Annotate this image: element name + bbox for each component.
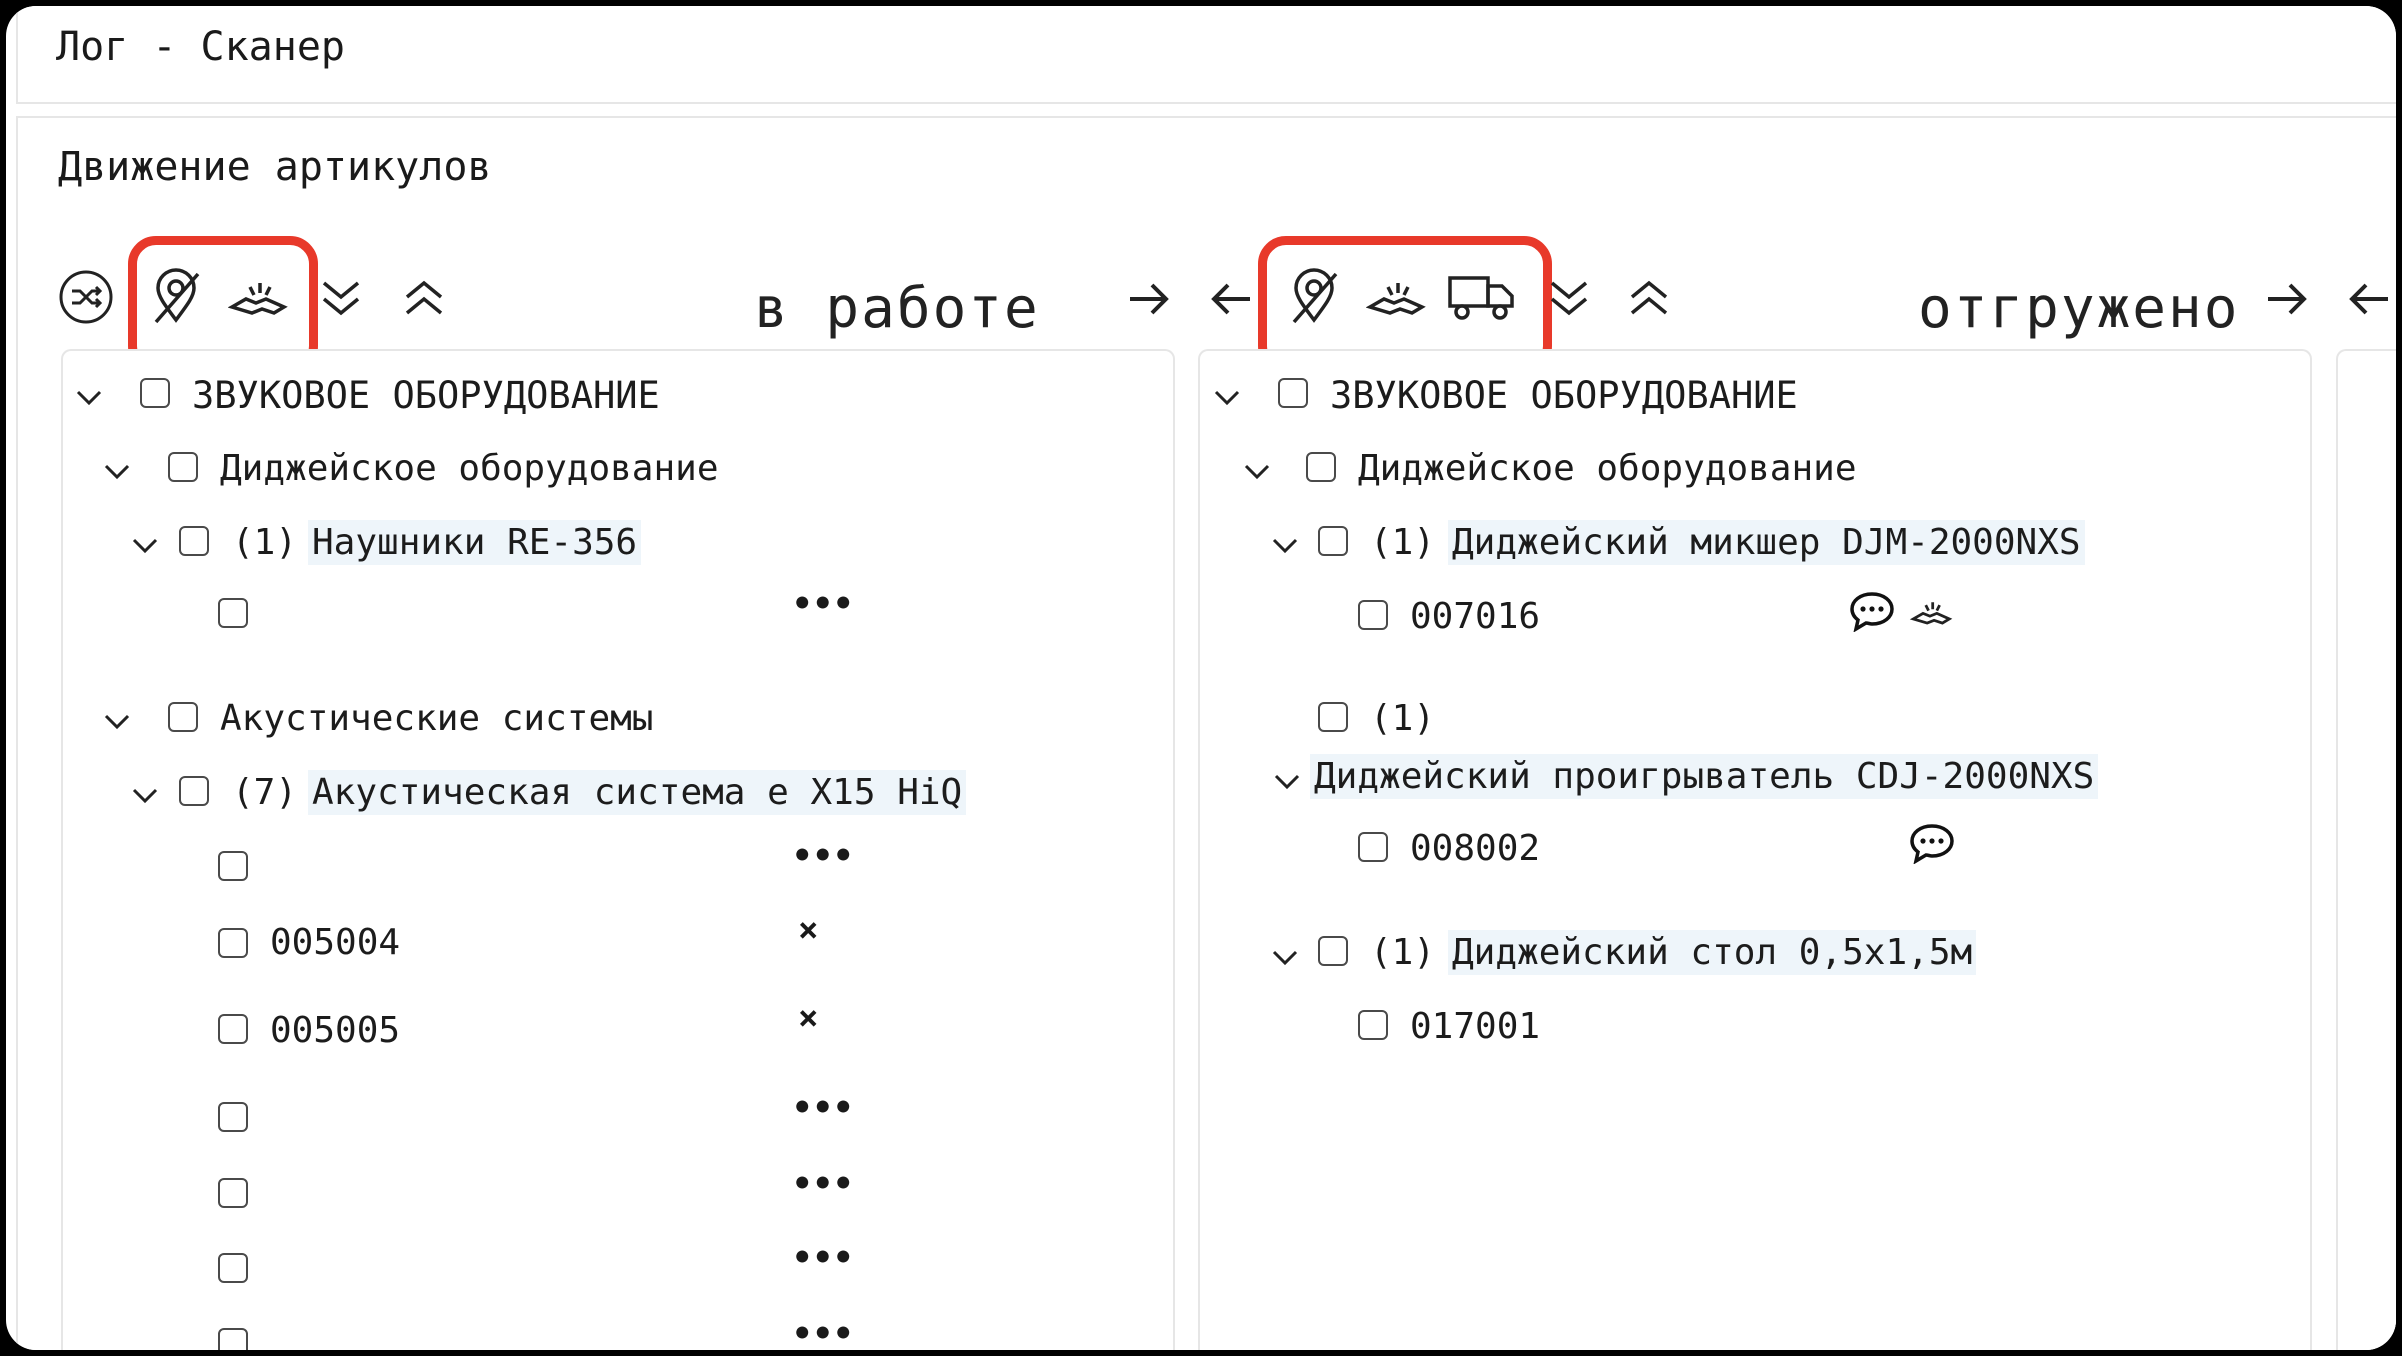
close-icon[interactable]: × [798,910,818,950]
chevron-down-icon[interactable] [130,530,160,560]
chevron-down-icon[interactable] [1270,530,1300,560]
group-checkbox[interactable] [1306,452,1336,482]
column-status: отгружено [1918,276,2240,341]
handshake-icon[interactable] [228,271,290,323]
item-count: (1) [1370,522,1436,563]
item-name[interactable]: Диджейский проигрыватель CDJ-2000NXS [1310,754,2099,799]
group-label: Диджейское оборудование [220,448,719,489]
chevron-down-icon[interactable] [1272,766,1302,796]
column-status: в работе [754,276,1040,341]
category-label: ЗВУКОВОЕ ОБОРУДОВАНИЕ [1330,374,1798,417]
unit-checkbox[interactable] [218,851,248,881]
unit-checkbox[interactable] [1358,600,1388,630]
group-checkbox[interactable] [168,452,198,482]
unit-checkbox[interactable] [218,1014,248,1044]
handshake-icon[interactable] [1366,271,1428,323]
item-name[interactable]: Акустическая система e X15 HiQ [308,770,967,815]
title-bar [16,6,2396,104]
unit-checkbox[interactable] [1358,1010,1388,1040]
item-checkbox[interactable] [1318,526,1348,556]
more-icon[interactable]: ••• [792,1238,853,1278]
item-name[interactable]: Наушники RE-356 [308,520,642,565]
chevron-down-icon[interactable] [74,382,104,412]
chevron-down-icon[interactable] [102,706,132,736]
item-checkbox[interactable] [1318,936,1348,966]
unit-code: 005005 [270,1010,401,1051]
unit-checkbox[interactable] [1358,832,1388,862]
window-title: Лог - Сканер [56,24,345,70]
unit-checkbox[interactable] [218,1253,248,1283]
category-checkbox[interactable] [140,378,170,408]
chevron-down-icon[interactable] [1242,456,1272,486]
expand-all-icon[interactable] [316,269,366,325]
item-count: (1) [1370,698,1436,739]
location-off-icon[interactable] [146,266,206,326]
item-count: (1) [232,522,298,563]
arrow-left-icon[interactable] [1206,274,1256,324]
tree-panel-next [2336,349,2396,1350]
comment-icon[interactable] [1908,822,1956,864]
unit-code: 017001 [1410,1006,1541,1047]
location-off-icon[interactable] [1284,266,1344,326]
collapse-all-icon[interactable] [1624,269,1674,325]
item-checkbox[interactable] [1318,702,1348,732]
group-label: Акустические системы [220,698,654,739]
expand-all-icon[interactable] [1544,269,1594,325]
section-title: Движение артикулов [58,144,492,190]
shuffle-icon[interactable] [58,269,114,325]
comment-icon[interactable] [1848,590,1896,632]
category-checkbox[interactable] [1278,378,1308,408]
unit-code: 008002 [1410,828,1541,869]
unit-checkbox[interactable] [218,1178,248,1208]
chevron-down-icon[interactable] [130,780,160,810]
handshake-icon[interactable] [1908,594,1956,630]
group-label: Диджейское оборудование [1358,448,1857,489]
chevron-down-icon[interactable] [1212,382,1242,412]
chevron-down-icon[interactable] [1270,942,1300,972]
unit-code: 005004 [270,922,401,963]
more-icon[interactable]: ••• [792,1164,853,1204]
arrow-right-icon[interactable] [1124,274,1174,324]
item-count: (1) [1370,932,1436,973]
unit-checkbox[interactable] [218,928,248,958]
arrow-right-icon[interactable] [2262,274,2312,324]
more-icon[interactable]: ••• [792,584,853,624]
chevron-down-icon[interactable] [102,456,132,486]
more-icon[interactable]: ••• [792,1314,853,1350]
unit-code: 007016 [1410,596,1541,637]
category-label: ЗВУКОВОЕ ОБОРУДОВАНИЕ [192,374,660,417]
collapse-all-icon[interactable] [399,269,449,325]
item-name[interactable]: Диджейский микшер DJM-2000NXS [1448,520,2085,565]
item-checkbox[interactable] [179,776,209,806]
more-icon[interactable]: ••• [792,1088,853,1128]
group-checkbox[interactable] [168,702,198,732]
item-name[interactable]: Диджейский стол 0,5x1,5м [1448,930,1977,975]
arrow-left-icon[interactable] [2344,274,2394,324]
close-icon[interactable]: × [798,998,818,1038]
more-icon[interactable]: ••• [792,836,853,876]
truck-icon[interactable] [1446,268,1516,324]
unit-checkbox[interactable] [218,1102,248,1132]
unit-checkbox[interactable] [218,598,248,628]
item-count: (7) [232,772,298,813]
item-checkbox[interactable] [179,526,209,556]
unit-checkbox[interactable] [218,1328,248,1350]
